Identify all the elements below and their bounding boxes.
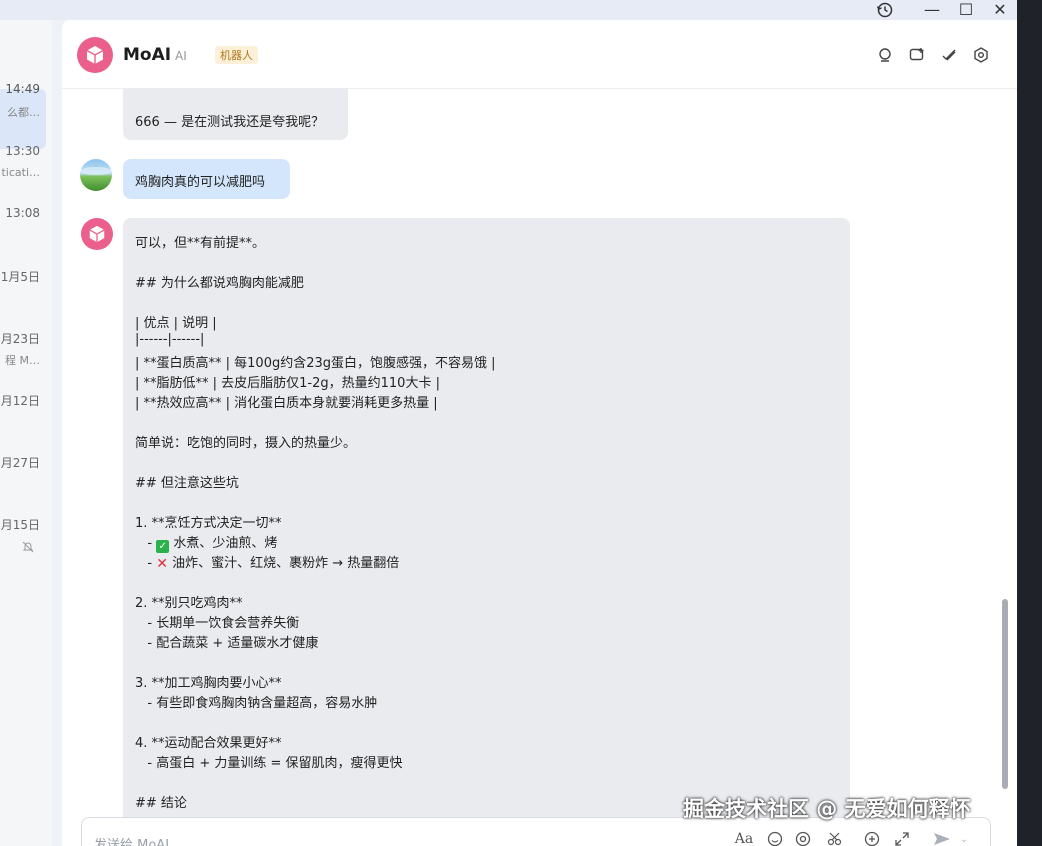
conversation-time[interactable]: 1月5日 — [1, 268, 40, 285]
reply-line: | **热效应高** | 消化蛋白质本身就要消耗更多热量 | — [135, 396, 438, 411]
conversation-time[interactable]: 13:30 — [5, 144, 40, 158]
add-icon[interactable] — [863, 830, 881, 846]
conversation-list: 14:49 么都… 13:30 ticati… 13:08 1月5日 月23日 … — [0, 20, 52, 846]
reply-line: 2. **别只吃鸡肉** — [135, 596, 243, 611]
user-message: 鸡胸肉真的可以减肥吗 — [123, 159, 290, 199]
conversation-time[interactable]: 月23日 — [1, 330, 40, 347]
reply-line: - 配合蔬菜 + 适量碳水才健康 — [135, 636, 319, 651]
maximize-button[interactable]: ☐ — [956, 0, 976, 19]
scrollbar-thumb[interactable] — [1002, 599, 1008, 789]
mention-icon[interactable] — [794, 830, 812, 846]
mute-icon — [22, 538, 34, 557]
emoji-icon[interactable] — [766, 830, 784, 846]
reply-line: | 优点 | 说明 | — [135, 316, 217, 331]
reply-line: ## 但注意这些坑 — [135, 476, 239, 491]
minimize-button[interactable]: — — [922, 0, 942, 19]
background-edge — [1017, 0, 1042, 846]
bot-badge: 机器人 — [215, 46, 258, 64]
reply-line: - 长期单一饮食会营养失衡 — [135, 616, 300, 631]
chat-window: MoAI AI 机器人 666 — 是在测试我还是夸我呢？ 鸡胸肉真的可以减肥吗… — [62, 20, 1017, 846]
conversation-time: 14:49 — [5, 82, 40, 96]
reply-line: - ✓ 水煮、少油煎、烤 — [135, 536, 278, 553]
reply-line: 3. **加工鸡胸肉要小心** — [135, 676, 282, 691]
window-titlebar — [0, 0, 1017, 20]
close-button[interactable]: ✕ — [990, 0, 1010, 19]
bot-avatar[interactable] — [81, 218, 113, 250]
bot-avatar[interactable] — [77, 37, 113, 73]
message-text: 鸡胸肉真的可以减肥吗 — [135, 175, 266, 190]
history-icon[interactable] — [874, 0, 896, 19]
conversation-time[interactable]: 月15日 — [1, 516, 40, 533]
ai-tag: AI — [175, 49, 187, 63]
send-icon[interactable] — [933, 830, 951, 846]
input-placeholder: 发送给 MoAI — [94, 838, 170, 846]
reply-line: |------|------| — [135, 332, 205, 347]
search-icon[interactable] — [876, 46, 894, 64]
expand-icon[interactable] — [893, 830, 911, 846]
reply-line: - 高蛋白 + 力量训练 = 保留肌肉，瘦得更快 — [135, 756, 403, 771]
new-chat-icon[interactable] — [908, 46, 926, 64]
watermark: 掘金技术社区 @ 无爱如何释怀 — [683, 797, 971, 821]
screenshot-icon[interactable] — [824, 830, 848, 846]
text-format-icon[interactable]: Aa — [735, 830, 753, 846]
bot-message: 666 — 是在测试我还是夸我呢？ — [123, 88, 348, 140]
chat-header: MoAI AI 机器人 — [62, 20, 1017, 89]
reply-line: ## 为什么都说鸡胸肉能减肥 — [135, 276, 304, 291]
reply-line: | **脂肪低** | 去皮后脂肪仅1-2g，热量约110大卡 | — [135, 376, 440, 391]
user-avatar[interactable] — [80, 159, 112, 191]
conversation-preview: ticati… — [1, 166, 40, 179]
cube-icon — [86, 46, 104, 64]
reply-line: 简单说：吃饱的同时，摄入的热量少。 — [135, 436, 357, 451]
conversation-preview: 么都… — [7, 106, 40, 119]
bot-reply-message: 可以，但**有前提**。 ## 为什么都说鸡胸肉能减肥 | 优点 | 说明 | |--… — [123, 218, 850, 846]
cube-icon — [89, 225, 105, 243]
conversation-time[interactable]: 2月27日 — [0, 454, 40, 471]
message-text: 666 — 是在测试我还是夸我呢？ — [135, 115, 325, 130]
reply-line: 1. **烹饪方式决定一切** — [135, 516, 282, 531]
send-options-chevron-icon[interactable]: ⌄ — [955, 830, 973, 846]
conversation-preview: 程 M… — [5, 354, 40, 367]
reply-line: ## 结论 — [135, 796, 187, 811]
cross-mark-icon: ✕ — [156, 556, 168, 572]
conversation-time[interactable]: 13:08 — [5, 206, 40, 220]
reply-line: | **蛋白质高** | 每100g约含23g蛋白，饱腹感强，不容易饿 | — [135, 356, 496, 371]
settings-icon[interactable] — [972, 46, 990, 64]
reply-line: - 有些即食鸡胸肉钠含量超高，容易水肿 — [135, 696, 378, 711]
reply-line: 可以，但**有前提**。 — [135, 236, 266, 251]
check-edit-icon[interactable] — [940, 46, 958, 64]
reply-line: 4. **运动配合效果更好** — [135, 736, 282, 751]
conversation-time[interactable]: 月12日 — [1, 392, 40, 409]
reply-line: - ✕ 油炸、蜜汁、红烧、裹粉炸 → 热量翻倍 — [135, 556, 400, 572]
chat-title: MoAI — [123, 45, 172, 65]
